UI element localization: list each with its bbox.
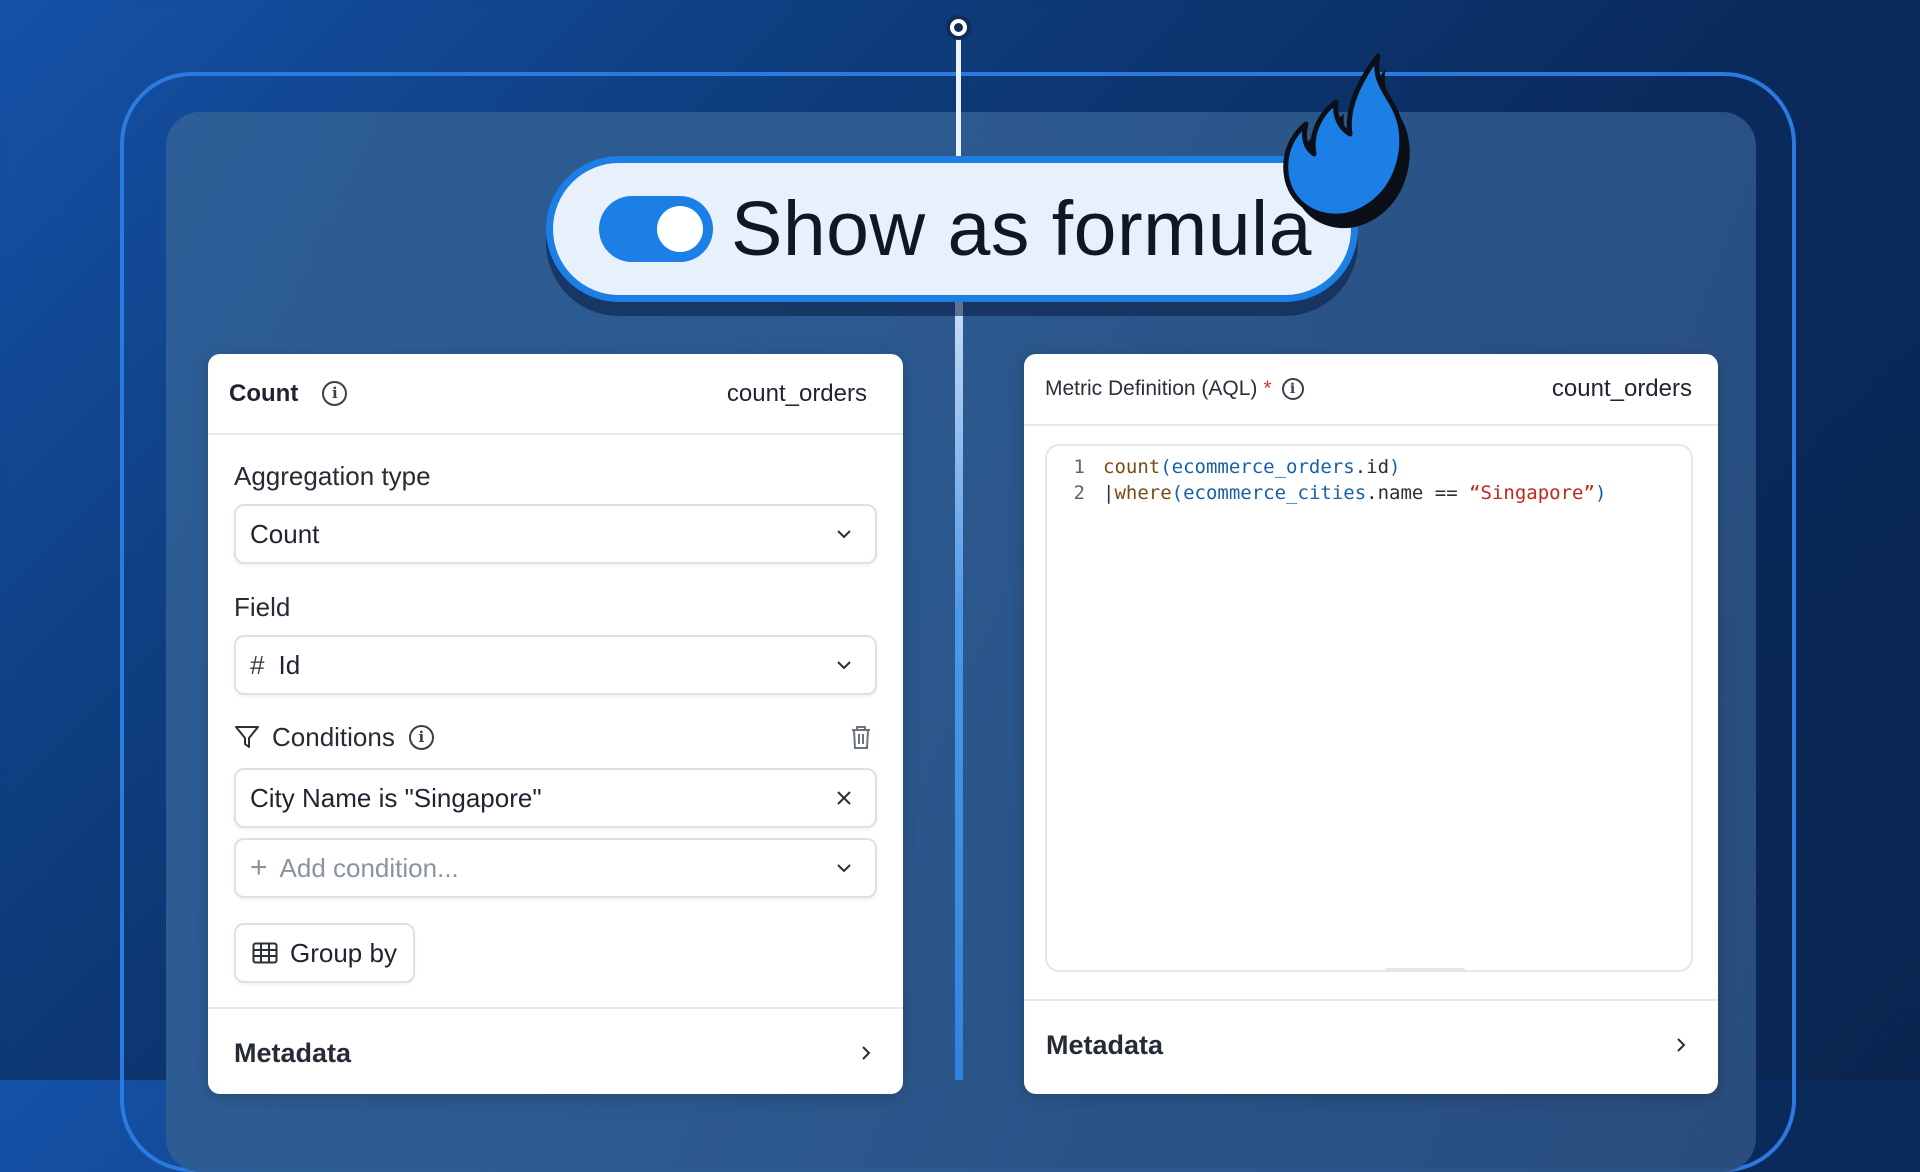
chevron-right-icon: [1677, 1038, 1686, 1052]
code-token: (: [1160, 456, 1172, 478]
metric-type-title: Count: [229, 379, 299, 407]
chevron-right-icon: [862, 1046, 871, 1060]
metric-builder-header: Count i count_orders: [208, 354, 903, 435]
metric-definition-card: Metric Definition (AQL) * i count_orders…: [1024, 354, 1718, 1094]
editor-resize-handle[interactable]: [1385, 968, 1465, 972]
info-icon[interactable]: i: [322, 381, 348, 406]
group-by-button[interactable]: Group by: [234, 923, 415, 983]
close-icon[interactable]: [835, 789, 853, 807]
metric-name: count_orders: [726, 379, 867, 407]
add-condition-select[interactable]: + Add condition...: [234, 838, 877, 898]
chevron-down-icon: [837, 661, 851, 670]
field-label: Field: [234, 592, 291, 622]
group-by-label: Group by: [290, 937, 397, 968]
metric-definition-header: Metric Definition (AQL) * i count_orders: [1024, 354, 1718, 426]
code-token: ecommerce_orders: [1171, 456, 1355, 478]
info-icon[interactable]: i: [1281, 378, 1304, 400]
code-token: .id: [1354, 456, 1390, 478]
field-value: Id: [278, 649, 301, 680]
metadata-section-toggle[interactable]: Metadata: [1024, 999, 1718, 1089]
line-number: 1: [1073, 456, 1085, 478]
toggle-knob: [657, 206, 703, 252]
metric-definition-title: Metric Definition (AQL): [1045, 377, 1258, 400]
code-line[interactable]: 1 count(ecommerce_orders .id): [1047, 454, 1691, 480]
plus-icon: +: [250, 851, 268, 884]
number-type-icon: #: [250, 649, 265, 680]
connector-line-bottom: [955, 300, 963, 1080]
code-token: |: [1103, 482, 1115, 504]
info-icon[interactable]: i: [408, 724, 434, 750]
line-number: 2: [1073, 482, 1085, 504]
aggregation-type-select[interactable]: Count: [234, 504, 877, 564]
conditions-label: Conditions: [272, 721, 395, 752]
conditions-header: Conditions i: [234, 719, 877, 755]
table-icon: [252, 942, 278, 964]
code-line[interactable]: 2 | where(ecommerce_cities .name == “Singap…: [1047, 480, 1691, 506]
condition-chip[interactable]: City Name is "Singapore": [234, 768, 877, 828]
aql-code-editor[interactable]: 1 count(ecommerce_orders .id) 2 | where(ecomm…: [1045, 444, 1693, 972]
code-token: where: [1114, 482, 1172, 504]
field-select[interactable]: # Id: [234, 635, 877, 695]
aggregation-type-value: Count: [250, 518, 320, 549]
code-token: ): [1389, 456, 1401, 478]
metric-name: count_orders: [1551, 375, 1692, 402]
code-token: (: [1171, 482, 1184, 504]
required-marker: *: [1263, 377, 1272, 400]
trash-icon[interactable]: [849, 724, 873, 750]
condition-text: City Name is "Singapore": [250, 782, 542, 813]
connector-node: [946, 15, 971, 40]
metadata-label: Metadata: [1046, 1029, 1164, 1060]
show-as-formula-label: Show as formula: [731, 185, 1312, 272]
chevron-down-icon: [837, 530, 851, 539]
add-condition-placeholder: Add condition...: [279, 852, 459, 883]
code-token: count: [1103, 456, 1161, 478]
code-token: .name ==: [1366, 482, 1470, 504]
code-token: “Singapore”: [1469, 482, 1595, 504]
aggregation-type-label: Aggregation type: [234, 461, 431, 491]
chevron-down-icon: [837, 864, 851, 873]
connector-line-top: [956, 34, 961, 162]
flame-icon: [1283, 53, 1410, 229]
code-token: ecommerce_cities: [1183, 482, 1367, 504]
show-as-formula-control: Show as formula: [546, 156, 1358, 302]
show-as-formula-toggle[interactable]: [599, 196, 713, 262]
metric-builder-card: Count i count_orders Aggregation type Co…: [208, 354, 903, 1094]
filter-icon: [235, 726, 259, 748]
metadata-section-toggle[interactable]: Metadata: [208, 1007, 903, 1094]
code-token: ): [1594, 482, 1607, 504]
metadata-label: Metadata: [234, 1037, 352, 1068]
